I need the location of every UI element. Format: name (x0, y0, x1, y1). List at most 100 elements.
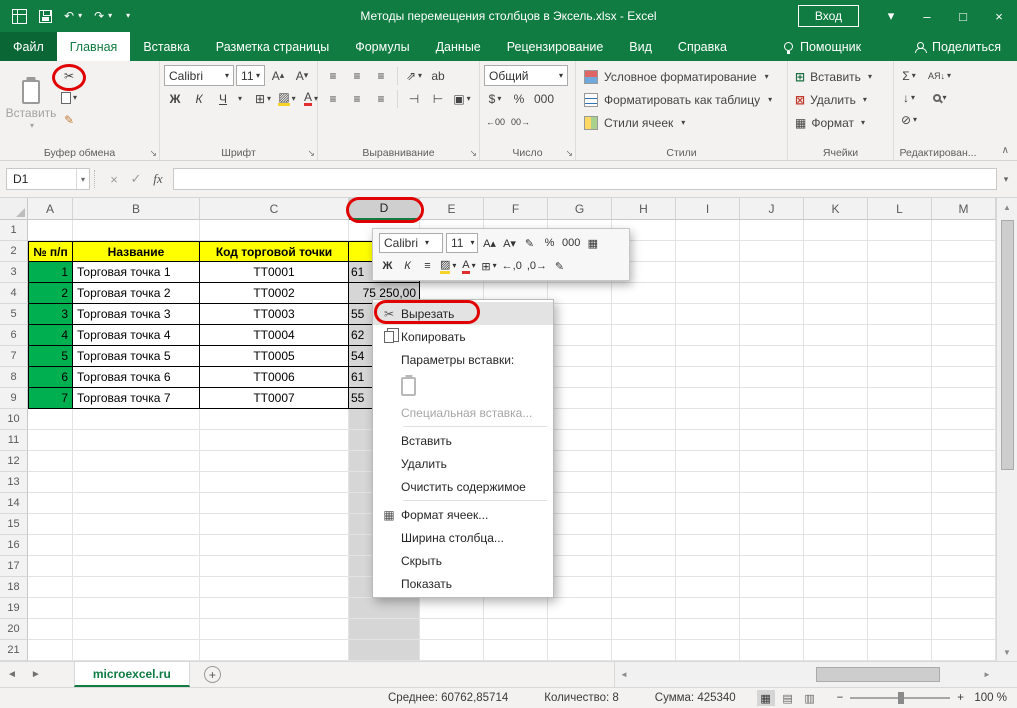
underline-caret-icon[interactable]: ▾ (238, 95, 242, 103)
cell-A21[interactable] (28, 640, 73, 661)
cell-L8[interactable] (868, 367, 932, 388)
cell-G19[interactable] (548, 598, 612, 619)
cell-L18[interactable] (868, 577, 932, 598)
cell-H7[interactable] (612, 346, 676, 367)
context-menu-item-clear-contents[interactable]: Очистить содержимое (373, 475, 553, 498)
cell-H14[interactable] (612, 493, 676, 514)
cell-G18[interactable] (548, 577, 612, 598)
increase-decimal-button[interactable]: ←00 (484, 111, 507, 132)
cell-C9[interactable]: ТТ0007 (200, 388, 349, 409)
undo-button[interactable]: ↶▾ (64, 9, 82, 23)
cell-B3[interactable]: Торговая точка 1 (73, 262, 200, 283)
cell-J13[interactable] (740, 472, 804, 493)
cell-G8[interactable] (548, 367, 612, 388)
cell-G16[interactable] (548, 535, 612, 556)
column-header-A[interactable]: A (28, 198, 73, 220)
cell-B2[interactable]: Название (73, 241, 200, 262)
cell-K2[interactable] (804, 241, 868, 262)
column-header-D[interactable]: D (349, 198, 420, 220)
cell-I12[interactable] (676, 451, 740, 472)
cell-D21[interactable] (349, 640, 420, 661)
context-menu-item-hide[interactable]: Скрыть (373, 549, 553, 572)
cell-A17[interactable] (28, 556, 73, 577)
cell-H20[interactable] (612, 619, 676, 640)
decrease-font-size-button[interactable]: А▾ (501, 233, 518, 253)
cell-G17[interactable] (548, 556, 612, 577)
cell-C16[interactable] (200, 535, 349, 556)
cell-L2[interactable] (868, 241, 932, 262)
tab-help[interactable]: Справка (665, 32, 740, 61)
save-icon[interactable] (39, 10, 52, 23)
cell-I3[interactable] (676, 262, 740, 283)
row-header-21[interactable]: 21 (0, 640, 28, 661)
cell-M18[interactable] (932, 577, 996, 598)
column-header-H[interactable]: H (612, 198, 676, 220)
cell-G11[interactable] (548, 430, 612, 451)
copy-button[interactable]: ▾ (58, 87, 80, 108)
zoom-out-button[interactable]: − (837, 692, 844, 704)
cell-K12[interactable] (804, 451, 868, 472)
cell-M2[interactable] (932, 241, 996, 262)
column-header-C[interactable]: C (200, 198, 349, 220)
cell-G9[interactable] (548, 388, 612, 409)
cell-H19[interactable] (612, 598, 676, 619)
row-header-14[interactable]: 14 (0, 493, 28, 514)
context-menu-item-paste-options-label[interactable]: Параметры вставки: (373, 348, 553, 371)
collapse-ribbon-icon[interactable]: ∧ (1002, 145, 1009, 156)
cell-G21[interactable] (548, 640, 612, 661)
vertical-scrollbar-thumb[interactable] (1001, 220, 1014, 470)
cell-J3[interactable] (740, 262, 804, 283)
cell-J2[interactable] (740, 241, 804, 262)
cell-L19[interactable] (868, 598, 932, 619)
cell-K6[interactable] (804, 325, 868, 346)
cell-E21[interactable] (420, 640, 484, 661)
cell-A15[interactable] (28, 514, 73, 535)
cell-J1[interactable] (740, 220, 804, 241)
row-header-10[interactable]: 10 (0, 409, 28, 430)
align-middle-icon[interactable]: ≡ (346, 65, 368, 86)
cell-B15[interactable] (73, 514, 200, 535)
row-header-13[interactable]: 13 (0, 472, 28, 493)
cell-I11[interactable] (676, 430, 740, 451)
cell-B21[interactable] (73, 640, 200, 661)
cell-I18[interactable] (676, 577, 740, 598)
cell-C4[interactable]: ТТ0002 (200, 283, 349, 304)
zoom-level[interactable]: 100 % (971, 692, 1007, 704)
percent-style-button[interactable]: % (541, 233, 558, 253)
row-header-19[interactable]: 19 (0, 598, 28, 619)
close-button[interactable]: × (981, 0, 1017, 32)
decrease-decimal-button[interactable]: 00→ (509, 111, 532, 132)
cell-C20[interactable] (200, 619, 349, 640)
cell-L17[interactable] (868, 556, 932, 577)
cell-C14[interactable] (200, 493, 349, 514)
cell-A16[interactable] (28, 535, 73, 556)
tab-insert[interactable]: Вставка (130, 32, 202, 61)
cell-J12[interactable] (740, 451, 804, 472)
minimize-button[interactable]: – (909, 0, 945, 32)
cell-M13[interactable] (932, 472, 996, 493)
decrease-font-size-button[interactable]: А▾ (291, 65, 313, 86)
clipboard-dialog-launcher[interactable]: ↘ (149, 148, 157, 159)
row-header-18[interactable]: 18 (0, 577, 28, 598)
normal-view-button[interactable]: ▦ (757, 690, 775, 706)
cell-L21[interactable] (868, 640, 932, 661)
column-header-J[interactable]: J (740, 198, 804, 220)
scroll-left-icon[interactable]: ◄ (615, 666, 633, 684)
confirm-entry-button[interactable]: ✓ (125, 168, 147, 190)
cell-M10[interactable] (932, 409, 996, 430)
bold-button[interactable]: Ж (164, 88, 186, 109)
cell-A3[interactable]: 1 (28, 262, 73, 283)
zoom-slider-thumb[interactable] (898, 692, 904, 704)
fill-color-button[interactable]: ▨▾ (276, 88, 298, 109)
cell-K17[interactable] (804, 556, 868, 577)
cell-G12[interactable] (548, 451, 612, 472)
cell-K10[interactable] (804, 409, 868, 430)
cell-C11[interactable] (200, 430, 349, 451)
cell-A20[interactable] (28, 619, 73, 640)
cell-J6[interactable] (740, 325, 804, 346)
sheet-nav-right-icon[interactable]: ► (24, 662, 48, 687)
wrap-text-button[interactable]: ab (427, 65, 449, 86)
cell-J7[interactable] (740, 346, 804, 367)
cell-L11[interactable] (868, 430, 932, 451)
cell-A1[interactable] (28, 220, 73, 241)
